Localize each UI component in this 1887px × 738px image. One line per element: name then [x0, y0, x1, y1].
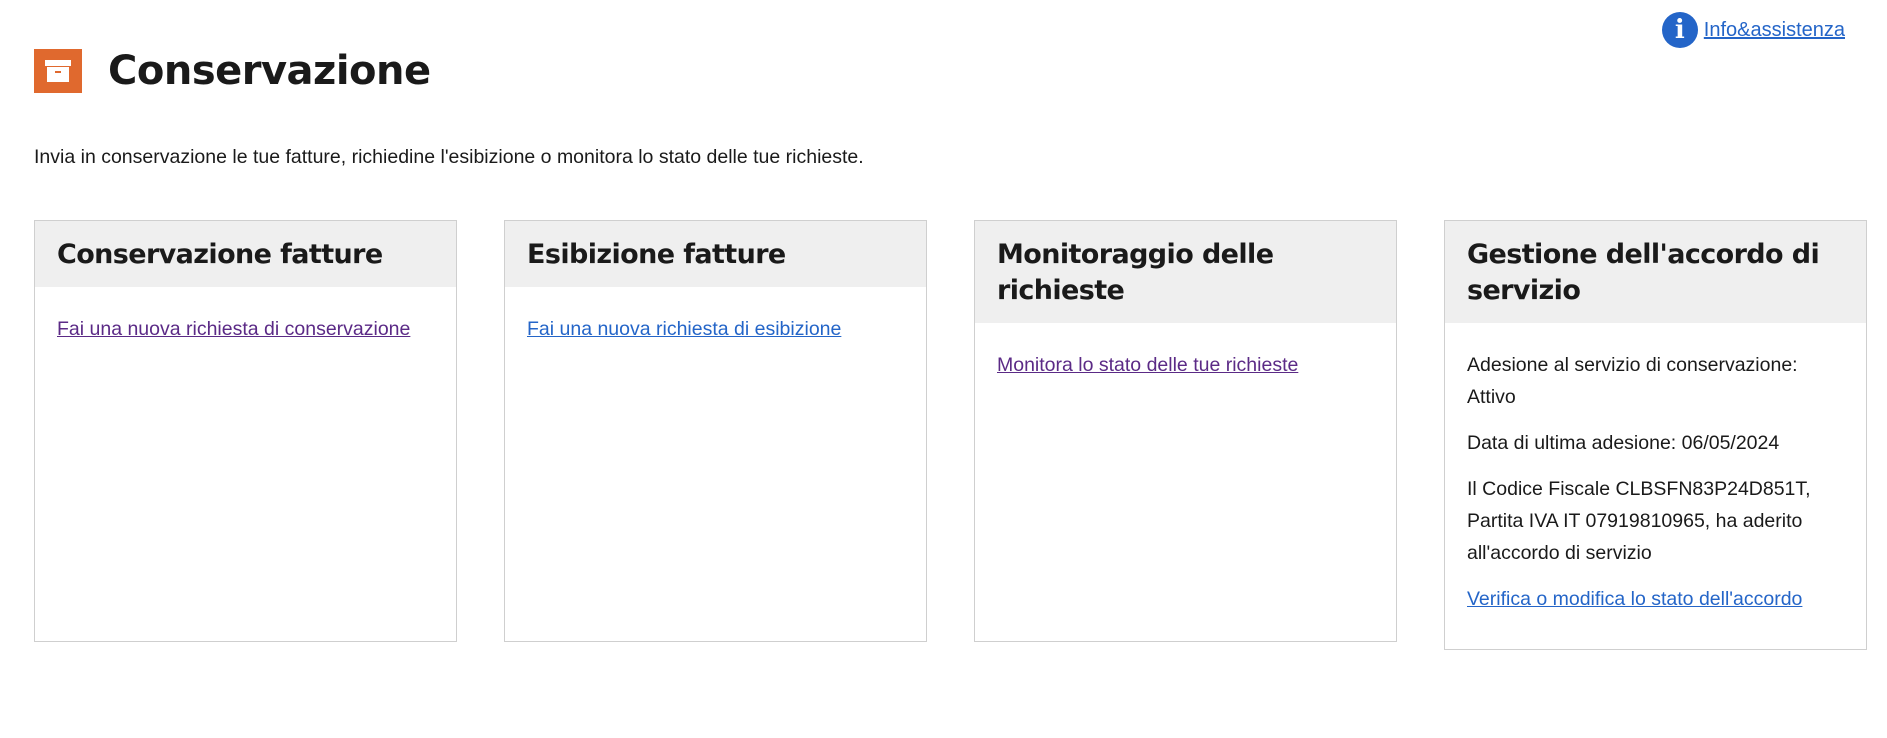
- page-intro: Invia in conservazione le tue fatture, r…: [34, 146, 864, 168]
- card-title: Conservazione fatture: [35, 221, 456, 287]
- card-conservazione-fatture: Conservazione fatture Fai una nuova rich…: [34, 220, 457, 642]
- last-adhesion-date: Data di ultima adesione: 06/05/2024: [1467, 432, 1780, 454]
- info-assistenza-link[interactable]: i Info&assistenza: [1661, 12, 1845, 48]
- fiscal-code-statement: Il Codice Fiscale CLBSFN83P24D851T, Part…: [1467, 478, 1811, 564]
- info-assistenza-label: Info&assistenza: [1703, 18, 1845, 41]
- verify-agreement-link[interactable]: Verifica o modifica lo stato dell'accord…: [1467, 588, 1802, 610]
- info-icon: i: [1661, 12, 1698, 48]
- card-title: Monitoraggio delle richieste: [975, 221, 1396, 323]
- card-title: Gestione dell'accordo di servizio: [1445, 221, 1866, 323]
- card-monitoraggio-richieste: Monitoraggio delle richieste Monitora lo…: [974, 220, 1397, 642]
- new-conservation-request-link[interactable]: Fai una nuova richiesta di conservazione: [57, 318, 410, 340]
- monitor-requests-link[interactable]: Monitora lo stato delle tue richieste: [997, 354, 1298, 376]
- new-exhibition-request-link[interactable]: Fai una nuova richiesta di esibizione: [527, 318, 841, 340]
- archive-box-icon: [34, 49, 82, 93]
- card-gestione-accordo: Gestione dell'accordo di servizio Adesio…: [1444, 220, 1867, 650]
- service-status: Adesione al servizio di conservazione: A…: [1467, 354, 1798, 408]
- card-title: Esibizione fatture: [505, 221, 926, 287]
- card-esibizione-fatture: Esibizione fatture Fai una nuova richies…: [504, 220, 927, 642]
- page-title: Conservazione: [108, 48, 431, 94]
- page-header: Conservazione: [34, 48, 431, 94]
